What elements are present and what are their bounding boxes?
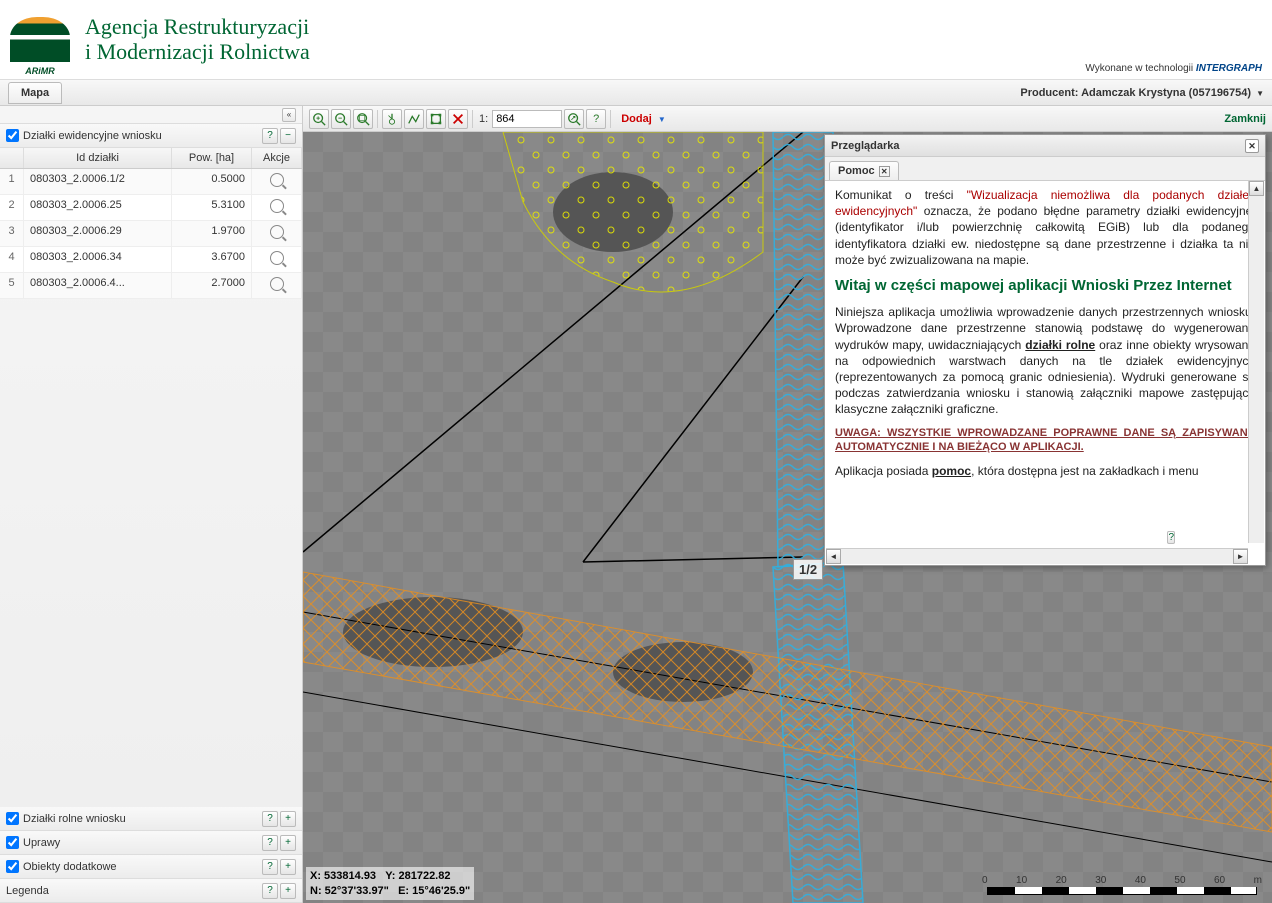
- welcome-heading: Witaj w części mapowej aplikacji Wnioski…: [835, 276, 1255, 296]
- tab-pomoc[interactable]: Pomoc ✕: [829, 161, 899, 180]
- polygon-tool-icon[interactable]: [426, 109, 446, 129]
- scale-input[interactable]: [492, 110, 562, 128]
- arimr-logo-icon: [10, 17, 70, 62]
- close-icon[interactable]: ✕: [1245, 139, 1259, 153]
- table-row[interactable]: 5 080303_2.0006.4... 2.7000: [0, 273, 302, 299]
- tab-mapa[interactable]: Mapa: [8, 82, 62, 104]
- panel2-title: Działki rolne wniosku: [23, 813, 260, 825]
- collapse-left-icon[interactable]: «: [282, 108, 296, 122]
- warning-text: UWAGA: WSZYSTKIE WPROWADZANE POPRAWNE DA…: [835, 426, 1255, 456]
- grid-header: Id działki Pow. [ha] Akcje: [0, 148, 302, 169]
- zoom-in-icon[interactable]: [309, 109, 329, 129]
- col-id[interactable]: Id działki: [24, 148, 172, 168]
- browser-body: Komunikat o treści "Wizualizacja niemożl…: [825, 181, 1265, 565]
- zoom-out-icon[interactable]: [331, 109, 351, 129]
- expand-panel-icon[interactable]: +: [280, 883, 296, 899]
- zoom-to-icon[interactable]: [270, 173, 284, 187]
- panel-dzialki-ewidencyjne[interactable]: Działki ewidencyjne wniosku ? −: [0, 124, 302, 148]
- zoom-to-icon[interactable]: [270, 225, 284, 239]
- panel2-checkbox[interactable]: [6, 812, 19, 825]
- help-icon[interactable]: ?: [586, 109, 606, 129]
- expand-panel-icon[interactable]: +: [280, 811, 296, 827]
- panel4-checkbox[interactable]: [6, 860, 19, 873]
- zoom-scale-icon[interactable]: [564, 109, 584, 129]
- table-row[interactable]: 3 080303_2.0006.29 1.9700: [0, 221, 302, 247]
- panel-uprawy[interactable]: Uprawy ? +: [0, 831, 302, 855]
- collapse-panel-icon[interactable]: −: [280, 128, 296, 144]
- help-icon[interactable]: ?: [262, 859, 278, 875]
- help-icon[interactable]: ?: [1167, 531, 1175, 544]
- tab-close-icon[interactable]: ✕: [879, 166, 890, 177]
- panel5-title: Legenda: [6, 885, 260, 897]
- scroll-up-icon[interactable]: ▲: [1249, 181, 1264, 196]
- org-name: Agencja Restrukturyzacji i Modernizacji …: [85, 15, 310, 63]
- col-akcje[interactable]: Akcje: [252, 148, 302, 168]
- scrollbar-vertical[interactable]: ▲: [1248, 181, 1264, 543]
- panel1-title: Działki ewidencyjne wniosku: [23, 130, 260, 142]
- tech-label: Wykonane w technologii INTERGRAPH: [1085, 63, 1262, 74]
- help-icon[interactable]: ?: [262, 128, 278, 144]
- chevron-down-icon[interactable]: ▼: [658, 115, 666, 124]
- map-toolbar: 1: ? Dodaj ▼ Zamknij: [303, 106, 1272, 132]
- panel-obiekty[interactable]: Obiekty dodatkowe ? +: [0, 855, 302, 879]
- point-tool-icon[interactable]: [382, 109, 402, 129]
- panel4-title: Obiekty dodatkowe: [23, 861, 260, 873]
- table-row[interactable]: 4 080303_2.0006.34 3.6700: [0, 247, 302, 273]
- panel1-checkbox[interactable]: [6, 129, 19, 142]
- browser-panel: Przeglądarka ✕ Pomoc ✕ Komunikat o treśc…: [824, 134, 1266, 566]
- panel-dzialki-rolne[interactable]: Działki rolne wniosku ? +: [0, 807, 302, 831]
- add-button[interactable]: Dodaj ▼: [621, 113, 666, 125]
- map-area: 1: ? Dodaj ▼ Zamknij: [303, 106, 1272, 903]
- expand-panel-icon[interactable]: +: [280, 859, 296, 875]
- parcels-grid: Id działki Pow. [ha] Akcje 1 080303_2.00…: [0, 148, 302, 299]
- chevron-down-icon[interactable]: ▼: [1256, 89, 1264, 98]
- zoom-to-icon[interactable]: [270, 251, 284, 265]
- coordinates-readout: X: 533814.93 Y: 281722.82 N: 52°37'33.97…: [306, 867, 474, 900]
- expand-panel-icon[interactable]: +: [280, 835, 296, 851]
- sidebar: « Działki ewidencyjne wniosku ? − Id dzi…: [0, 106, 303, 903]
- browser-title-bar[interactable]: Przeglądarka ✕: [825, 135, 1265, 157]
- panel3-title: Uprawy: [23, 837, 260, 849]
- page-indicator: 1/2: [793, 559, 823, 580]
- scroll-left-icon[interactable]: ◄: [826, 549, 841, 564]
- scale-bar: 0 10 20 30 40 50 60 m: [987, 875, 1262, 895]
- help-icon[interactable]: ?: [262, 835, 278, 851]
- col-pow[interactable]: Pow. [ha]: [172, 148, 252, 168]
- zoom-to-icon[interactable]: [270, 199, 284, 213]
- sidebar-collapse-bar: «: [0, 106, 302, 124]
- app-header: Agencja Restrukturyzacji i Modernizacji …: [0, 0, 1272, 80]
- table-row[interactable]: 2 080303_2.0006.25 5.3100: [0, 195, 302, 221]
- delete-icon[interactable]: [448, 109, 468, 129]
- zoom-extent-icon[interactable]: [353, 109, 373, 129]
- panel-legenda[interactable]: Legenda ? +: [0, 879, 302, 903]
- scrollbar-horizontal[interactable]: ◄ ►: [826, 548, 1248, 564]
- top-bar: Mapa Producent: Adamczak Krystyna (05719…: [0, 80, 1272, 106]
- help-icon[interactable]: ?: [262, 883, 278, 899]
- close-button[interactable]: Zamknij: [1224, 113, 1266, 125]
- producer-label[interactable]: Producent: Adamczak Krystyna (057196754)…: [1020, 87, 1264, 99]
- table-row[interactable]: 1 080303_2.0006.1/2 0.5000: [0, 169, 302, 195]
- panel3-checkbox[interactable]: [6, 836, 19, 849]
- scale-prefix: 1:: [479, 113, 488, 125]
- help-icon[interactable]: ?: [262, 811, 278, 827]
- line-tool-icon[interactable]: [404, 109, 424, 129]
- map-canvas[interactable]: 1/2 X: 533814.93 Y: 281722.82 N: 52°37'3…: [303, 132, 1272, 903]
- scroll-right-icon[interactable]: ►: [1233, 549, 1248, 564]
- zoom-to-icon[interactable]: [270, 277, 284, 291]
